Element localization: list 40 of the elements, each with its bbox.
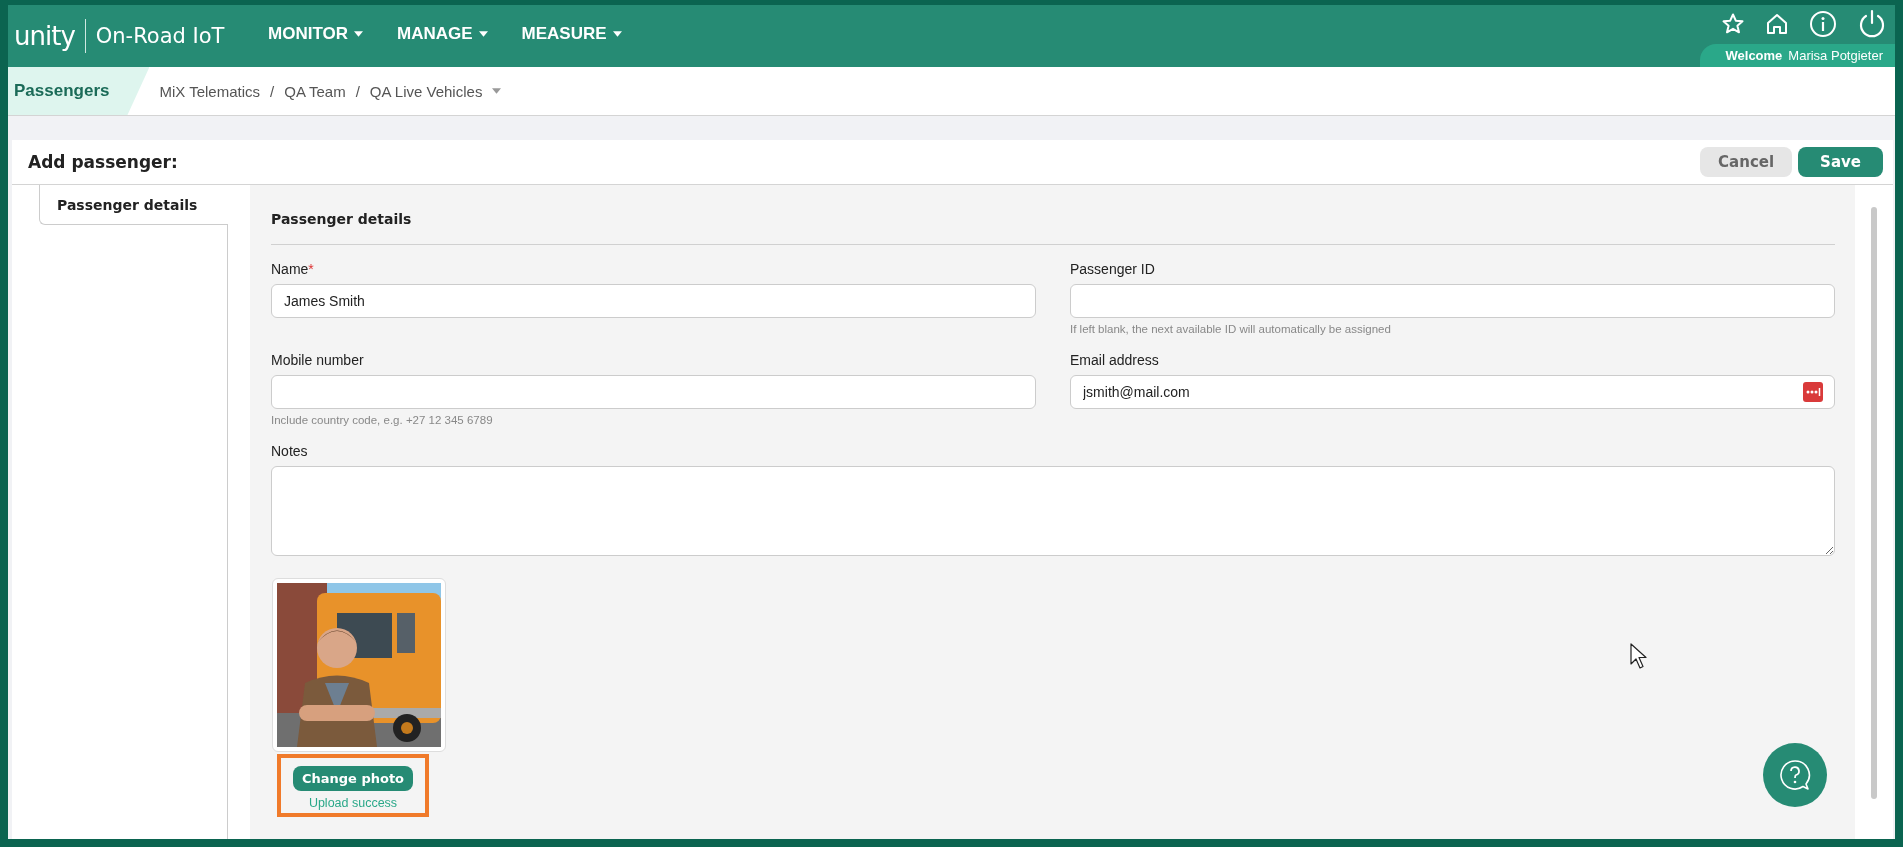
user-name: Marisa Potgieter bbox=[1788, 48, 1883, 63]
help-chat-icon bbox=[1778, 758, 1812, 792]
section-heading: Passenger details bbox=[271, 185, 1835, 245]
breadcrumb-link[interactable]: MiX Telematics bbox=[159, 82, 261, 100]
breadcrumb-link[interactable]: QA Team bbox=[284, 82, 346, 100]
tab[interactable]: Passenger details bbox=[39, 185, 228, 225]
input-field[interactable]: jsmith@mail.com bbox=[1070, 375, 1835, 409]
notes-field[interactable] bbox=[271, 466, 1835, 556]
nav-menu[interactable]: MONITOR bbox=[268, 20, 363, 48]
mouse-pointer-icon bbox=[1630, 643, 1648, 671]
field-hint: Include country code, e.g. +27 12 345 6789 bbox=[271, 414, 494, 426]
field-label: Email address bbox=[1070, 352, 1160, 368]
section-tab[interactable]: Passengers bbox=[8, 67, 150, 115]
power-icon[interactable] bbox=[1857, 9, 1887, 39]
field-label: Notes bbox=[271, 443, 309, 459]
input-field[interactable] bbox=[271, 375, 1036, 409]
field-label: Mobile number bbox=[271, 352, 365, 368]
upload-status: Upload success bbox=[308, 796, 398, 810]
product-name: On-Road IoT bbox=[95, 24, 225, 48]
logo[interactable]: unity bbox=[14, 21, 75, 51]
field-label: Passenger ID bbox=[1070, 261, 1156, 277]
save-button[interactable]: Save bbox=[1798, 147, 1883, 177]
breadcrumb-separator: / bbox=[355, 82, 360, 100]
home-icon[interactable] bbox=[1765, 12, 1789, 36]
page-title: Add passenger: bbox=[28, 152, 178, 172]
breadcrumb-link[interactable]: QA Live Vehicles bbox=[369, 82, 502, 100]
field-hint: If left blank, the next available ID will automatically be assigned bbox=[1070, 323, 1392, 335]
change-photo-button[interactable]: Change photo bbox=[292, 766, 414, 791]
input-field[interactable] bbox=[1070, 284, 1835, 318]
field-label: Name* bbox=[271, 261, 315, 277]
breadcrumb-separator: / bbox=[270, 82, 275, 100]
scrollbar-thumb[interactable] bbox=[1871, 207, 1877, 799]
star-icon[interactable] bbox=[1721, 12, 1745, 36]
input-field[interactable]: James Smith bbox=[271, 284, 1036, 318]
info-icon[interactable] bbox=[1809, 10, 1837, 38]
welcome-label: Welcome bbox=[1725, 48, 1783, 63]
cancel-button[interactable]: Cancel bbox=[1700, 147, 1793, 177]
nav-menu[interactable]: MANAGE bbox=[396, 20, 488, 48]
nav-menu[interactable]: MEASURE bbox=[521, 20, 622, 48]
password-manager-icon[interactable] bbox=[1803, 382, 1823, 402]
